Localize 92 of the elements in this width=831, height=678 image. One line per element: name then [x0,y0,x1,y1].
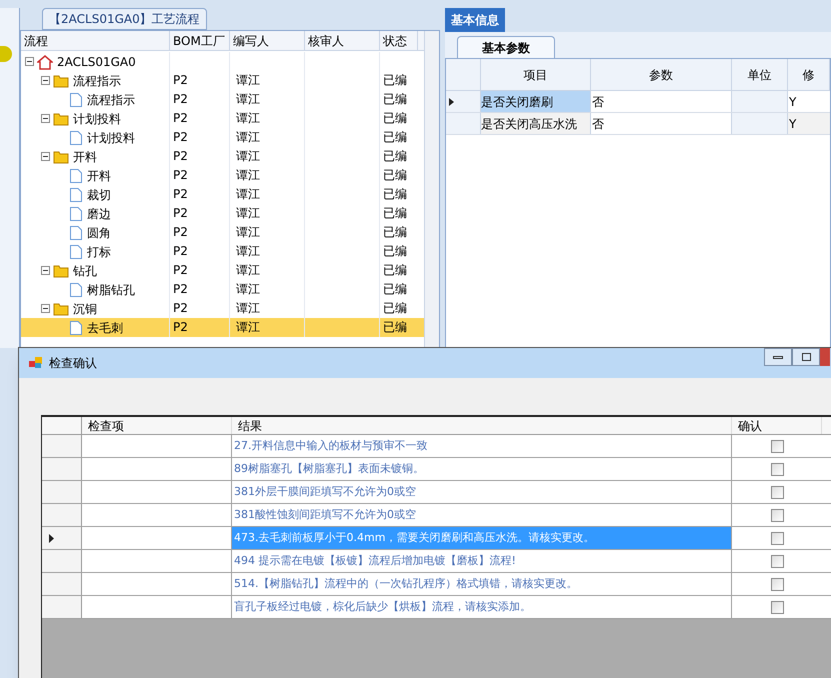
table-cell: 谭江 [236,263,260,277]
tree-label: 沉铜 [73,300,97,318]
table-cell: P2 [173,187,188,201]
table-cell: 谭江 [236,73,260,87]
column-header[interactable]: 修 [788,59,830,90]
tree-row[interactable]: 钻孔 P2 谭江 已编 [21,261,424,280]
window-title: 检查确认 [49,355,97,372]
table-cell: 已编 [383,187,407,201]
table-cell: P2 [173,149,188,163]
table-cell: 谭江 [236,92,260,106]
tree-row[interactable]: 计划投料 P2 谭江 已编 [21,109,424,128]
table-cell-text: Y [788,94,798,111]
table-cell: P2 [173,282,188,296]
table-cell: P2 [173,244,188,258]
tree-row[interactable]: 开料 P2 谭江 已编 [21,166,424,185]
tree-label: 开料 [73,148,97,166]
table-cell: 已编 [383,225,407,239]
tree-row[interactable]: 圆角 P2 谭江 已编 [21,223,424,242]
table-cell: P2 [173,206,188,220]
column-header[interactable]: 单位 [732,59,788,90]
tree-row[interactable]: 计划投料 P2 谭江 已编 [21,128,424,147]
tree-label: 流程指示 [87,92,135,108]
tree-label: 磨边 [87,206,111,222]
tree-row[interactable]: 流程指示 P2 谭江 已编 [21,71,424,90]
table-cell: 谭江 [236,301,260,315]
column-header[interactable]: 参数 [591,59,732,90]
table-cell: 是否关闭磨刷 [481,91,591,112]
column-header[interactable]: 项目 [481,59,591,90]
table-cell: 已编 [383,206,407,220]
table-cell: P2 [173,92,188,106]
column-header[interactable]: BOM工厂 [170,31,230,50]
table-cell: 已编 [383,320,407,334]
column-header[interactable]: 结果 [232,417,732,434]
tree-label: 开料 [87,168,111,184]
column-header[interactable]: 编写人 [230,31,305,50]
tree-label: 树脂钻孔 [87,282,135,298]
tree-row[interactable]: 2ACLS01GA0 [21,52,424,71]
table-cell: 已编 [383,73,407,87]
table-cell: 否 [591,113,732,134]
table-cell: 谭江 [236,282,260,296]
table-cell: P2 [173,130,188,144]
tab[interactable]: 基本信息 [445,8,505,32]
table-cell: 已编 [383,168,407,182]
table-cell: 谭江 [236,149,260,163]
table-cell: 谭江 [236,206,260,220]
column-header[interactable]: 确认 [732,417,822,434]
table-cell-text: Y [788,116,798,133]
table-cell: 已编 [383,130,407,144]
column-header[interactable]: 状态 [380,31,418,50]
table-cell: P2 [173,168,188,182]
table-cell: 谭江 [236,187,260,201]
table-cell: 已编 [383,149,407,163]
tree-row[interactable]: 打标 P2 谭江 已编 [21,242,424,261]
table-cell: 谭江 [236,130,260,144]
table-cell: P2 [173,301,188,315]
tree-label: 圆角 [87,224,111,242]
table-cell: 谭江 [236,244,260,258]
table-cell: 已编 [383,111,407,125]
table-cell: 已编 [383,244,407,258]
column-header[interactable]: 核审人 [305,31,380,50]
table-cell: 已编 [383,282,407,296]
table-cell: P2 [173,225,188,239]
table-cell: P2 [173,263,188,277]
table-cell: P2 [173,111,188,125]
tree-row[interactable]: 磨边 P2 谭江 已编 [21,204,424,223]
table-cell: P2 [173,320,188,334]
panel-tab[interactable]: 【2ACLS01GA0】工艺流程 [42,8,207,30]
tree-label: 计划投料 [87,130,135,146]
table-cell: 谭江 [236,225,260,239]
tree-row[interactable]: 去毛刺 P2 谭江 已编 [21,318,424,337]
table-cell: 谭江 [236,168,260,182]
tree-label: 流程指示 [73,72,121,90]
tree-label: 钻孔 [73,262,97,280]
table-cell: 谭江 [236,111,260,125]
table-cell: 否 [591,91,732,112]
tree-row[interactable]: 开料 P2 谭江 已编 [21,147,424,166]
table-cell: 已编 [383,92,407,106]
table-cell: 谭江 [236,320,260,334]
table-cell: 已编 [383,301,407,315]
column-header[interactable]: 检查项 [82,417,232,434]
tab[interactable]: 基本参数 [457,36,555,58]
tree-label: 计划投料 [73,110,121,128]
tree-label: 去毛刺 [87,320,123,336]
tree-row[interactable]: 流程指示 P2 谭江 已编 [21,90,424,109]
table-cell: P2 [173,73,188,87]
tree-row[interactable]: 树脂钻孔 P2 谭江 已编 [21,280,424,299]
tree-label: 裁切 [87,186,111,204]
tree-label: 2ACLS01GA0 [57,54,136,70]
tree-row[interactable]: 裁切 P2 谭江 已编 [21,185,424,204]
column-header[interactable]: 流程 [21,31,170,50]
table-cell: 已编 [383,263,407,277]
tree-label: 打标 [87,244,111,260]
